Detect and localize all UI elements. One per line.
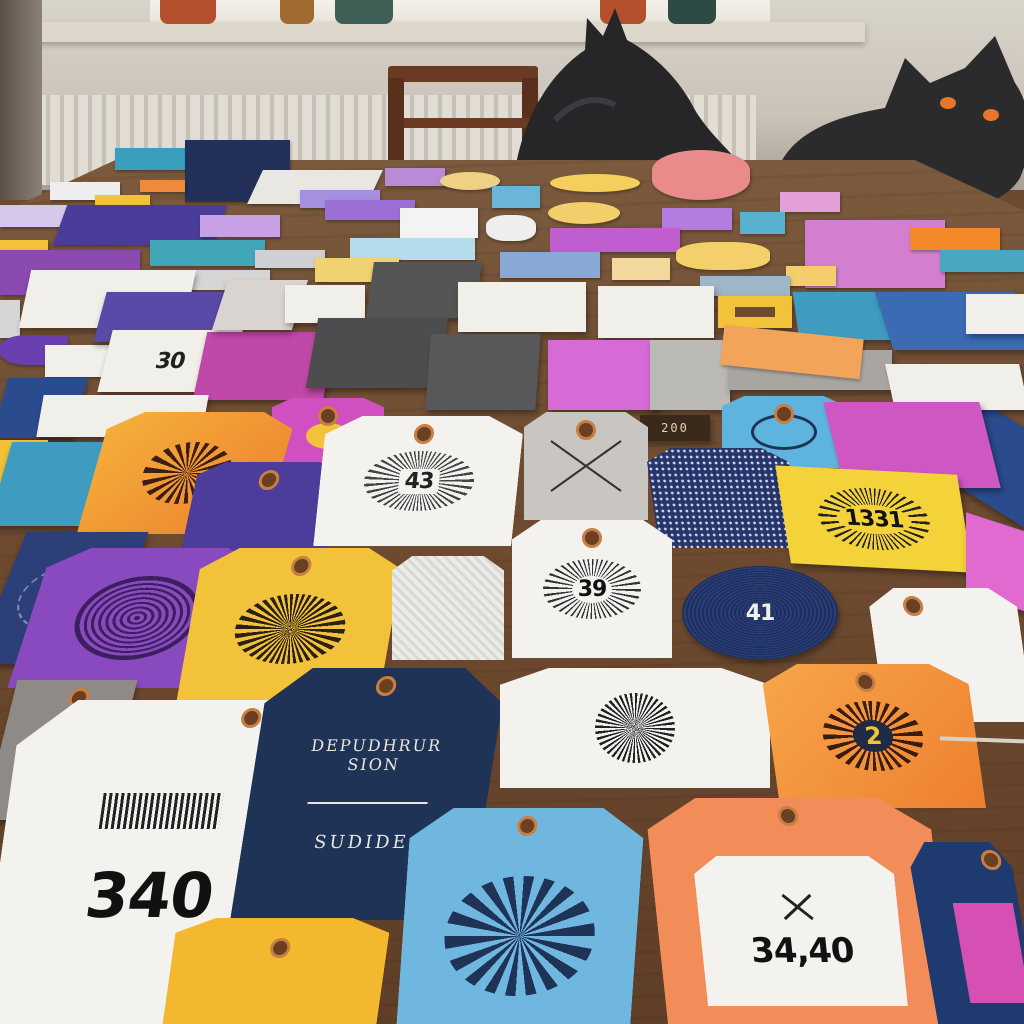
paper-swatch (550, 228, 680, 252)
cat-eye (940, 97, 956, 109)
cat-silhouette-left (515, 8, 745, 170)
tag-title: SUDIDE (312, 831, 411, 853)
paper-swatch (662, 208, 732, 230)
paper-swatch (385, 168, 445, 186)
plant-pot (280, 0, 314, 24)
barcode (99, 793, 224, 829)
sunburst-motif: 39 (543, 559, 641, 619)
tag-cutout (735, 307, 775, 317)
tag-inner-panel (953, 903, 1024, 1003)
tape-roll (652, 150, 750, 200)
tag-hole (576, 420, 596, 440)
divider (307, 802, 427, 804)
tag-pink (548, 340, 658, 410)
tag-hole (777, 806, 799, 826)
tag-hole (375, 676, 398, 696)
tag-yellow-1331: 1331 (775, 465, 973, 573)
tag-hole (318, 406, 338, 426)
curtain (0, 0, 42, 200)
tag-round-41: 41 (682, 566, 838, 660)
paper-swatch (940, 250, 1024, 272)
paper-swatch (150, 240, 265, 266)
plant-pot (335, 0, 393, 24)
cat-eye (983, 109, 999, 121)
sunburst-motif: 43 (361, 451, 477, 511)
tag-number: 2 (851, 720, 895, 752)
sunburst-motif: 2 (818, 701, 928, 771)
emblem-motif (440, 876, 598, 996)
paper-swatch (400, 208, 478, 238)
tag-white-39: 39 (512, 520, 672, 658)
tag-white (598, 286, 714, 338)
paper-swatch (550, 174, 640, 192)
tag-inner-panel: 34,40 (692, 856, 908, 1006)
paper-swatch (548, 202, 620, 224)
tag-number: 43 (397, 469, 440, 494)
crossed-lines-icon (550, 440, 622, 492)
paper-swatch (910, 228, 1000, 250)
fan-motif (229, 594, 351, 664)
paper-swatch (200, 215, 280, 237)
paper-swatch (115, 148, 190, 170)
tag-hole (854, 672, 877, 692)
tag-grey-cross (524, 412, 648, 520)
tag-yellow-window (718, 296, 792, 328)
tag-small-brown: 200 (640, 415, 710, 441)
tag-hole (902, 596, 925, 616)
tag-grey (425, 334, 541, 410)
tag-orange-3440: 34,40 (644, 798, 952, 1024)
tag-number: 41 (745, 600, 776, 626)
paper-swatch (740, 212, 785, 234)
paper-swatch (486, 215, 536, 241)
tag-hole (240, 708, 263, 728)
plant-pot (160, 0, 216, 24)
chair-post (388, 78, 404, 170)
tag-title: DEPUDHRUR SION (309, 735, 444, 774)
tag-white (966, 294, 1024, 334)
tag-number: 30 (152, 348, 188, 374)
tag-white-textured (392, 556, 504, 660)
tag-hole (257, 470, 281, 490)
tag-navy-dots (645, 448, 801, 548)
tag-teal-emblem (396, 808, 645, 1024)
crossed-tools-icon (776, 891, 819, 923)
paper-swatch (676, 242, 770, 270)
sunburst-motif (595, 693, 675, 763)
paper-swatch (786, 266, 836, 286)
tag-white-43: 43 (313, 416, 525, 546)
paper-swatch (0, 300, 20, 338)
photo-scene: 30 200 43 1331 39 41 340 DEPUDHRUR SION … (0, 0, 1024, 1024)
paper-swatch (440, 172, 500, 190)
tag-hole (774, 404, 794, 424)
tag-hole (582, 528, 602, 548)
tag-number: 1331 (834, 502, 914, 536)
tag-hole (979, 850, 1003, 870)
tag-number: 340 (81, 858, 218, 932)
tag-grey-light (650, 340, 730, 410)
tag-number: 39 (571, 575, 613, 603)
paper-swatch (500, 252, 600, 278)
tag-white-burst (500, 668, 770, 788)
tag-hole (269, 938, 292, 958)
tag-white (458, 282, 586, 332)
paper-swatch (350, 238, 475, 260)
paper-swatch (492, 186, 540, 208)
tag-hole (517, 816, 538, 836)
paper-swatch (780, 192, 840, 212)
sunburst-motif: 1331 (813, 485, 935, 553)
tag-number: 34,40 (748, 931, 856, 971)
paper-swatch (612, 258, 670, 280)
tag-yellow (163, 918, 392, 1024)
paper-swatch (140, 180, 185, 192)
tag-number: 200 (661, 421, 689, 435)
tag-hole (289, 556, 313, 576)
tag-hole (413, 424, 435, 444)
